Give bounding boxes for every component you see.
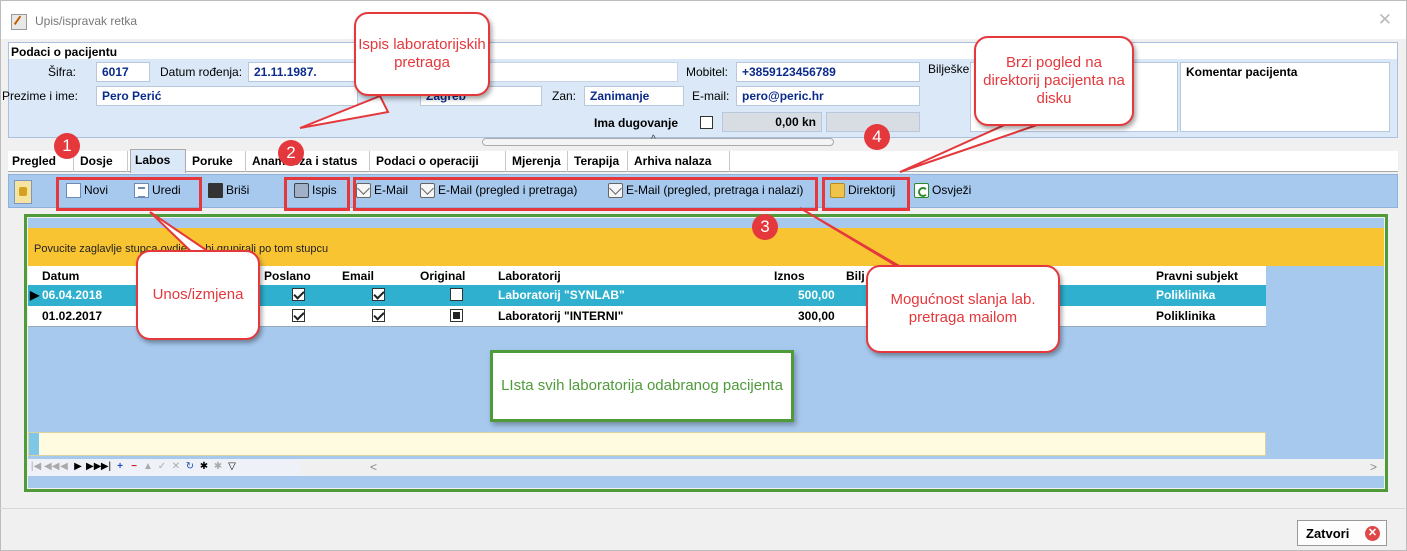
cell-pravni: Poliklinika [1156, 288, 1216, 302]
badge-3: 3 [752, 214, 778, 240]
filter-row[interactable] [28, 432, 1266, 456]
close-icon: ✕ [1365, 526, 1380, 541]
nav-goto-bookmark-icon[interactable]: ✱ [212, 460, 224, 474]
cell-email-checkbox[interactable] [372, 288, 385, 301]
nav-cancel-icon[interactable]: ✕ [170, 460, 182, 474]
highlight-ispis [284, 177, 350, 211]
highlight-novi-uredi [56, 177, 202, 211]
zatvori-label: Zatvori [1306, 526, 1350, 541]
cell-email-checkbox[interactable] [372, 309, 385, 322]
cell-original-checkbox[interactable] [450, 288, 463, 301]
brisi-label: Briši [226, 183, 250, 197]
cell-poslano-checkbox[interactable] [292, 288, 305, 301]
nav-prev-icon[interactable]: ◀ [58, 460, 70, 474]
callout-mail: Mogućnost slanja lab. pretraga mailom [866, 265, 1060, 353]
window-close-icon[interactable]: ✕ [1378, 10, 1392, 30]
nav-post-icon[interactable]: ✓ [156, 460, 168, 474]
biljeske-label: Bilješke: [928, 62, 973, 76]
cell-iznos: 300,00 [798, 309, 835, 323]
cell-pravni: Poliklinika [1156, 309, 1216, 323]
badge-4: 4 [864, 124, 890, 150]
nav-edit-icon[interactable]: ▲ [142, 460, 154, 474]
scroll-left-icon[interactable]: < [370, 460, 377, 474]
email-field[interactable]: pero@peric.hr [736, 86, 920, 106]
cell-datum: 01.02.2017 [42, 309, 103, 323]
cell-original-checkbox[interactable] [450, 309, 463, 322]
zatvori-button[interactable]: Zatvori ✕ [1297, 520, 1387, 546]
osvjezi-label: Osvježi [932, 183, 972, 197]
nav-prev-page-icon[interactable]: ◀◀ [44, 460, 59, 474]
callout-unos: Unos/izmjena [136, 250, 260, 340]
nav-next-page-icon[interactable]: ▶▶ [86, 460, 101, 474]
refresh-icon [914, 183, 929, 198]
ime-label: Prezime i ime: [2, 89, 79, 103]
komentar-textarea[interactable]: Komentar pacijenta [1180, 62, 1390, 132]
ime-field[interactable]: Pero Perić [96, 86, 358, 106]
callout-ispis: Ispis laboratorijskih pretraga [354, 12, 490, 96]
callout-lista: LIsta svih laboratorija odabranog pacije… [490, 350, 794, 422]
col-laboratorij[interactable]: Laboratorij [498, 269, 561, 283]
dugovanje-amount: 0,00 kn [722, 112, 822, 132]
dob-field[interactable]: 21.11.1987. [248, 62, 356, 82]
tab-strip: Pregled Dosje Labos Poruke Anamneza i st… [8, 149, 1398, 173]
badge-2: 2 [278, 140, 304, 166]
cell-datum: 06.04.2018 [42, 288, 103, 302]
sifra-label: Šifra: [48, 65, 77, 79]
col-email[interactable]: Email [342, 269, 374, 283]
col-poslano[interactable]: Poslano [264, 269, 311, 283]
tab-mjerenja[interactable]: Mjerenja [508, 151, 568, 172]
zan-label: Zan: [552, 89, 577, 103]
tab-labos[interactable]: Labos [130, 149, 186, 173]
nav-first-icon[interactable]: |◀ [30, 460, 42, 474]
dob-label: Datum rođenja: [160, 65, 243, 79]
tab-poruke[interactable]: Poruke [188, 151, 246, 172]
cell-iznos: 500,00 [798, 288, 835, 302]
mobitel-field[interactable]: +3859123456789 [736, 62, 920, 82]
col-biljeske[interactable]: Bilj [846, 269, 865, 283]
highlight-email [353, 177, 818, 211]
nav-next-icon[interactable]: ▶ [72, 460, 84, 474]
horizontal-scrollbar[interactable]: < > [300, 459, 1384, 476]
title-bar: Upis/ispravak retka ✕ [1, 1, 1406, 39]
scroll-right-icon[interactable]: > [1370, 460, 1377, 474]
dugovanje-label: Ima dugovanje [594, 116, 679, 130]
brisi-button[interactable]: Briši [204, 180, 253, 202]
tab-terapija[interactable]: Terapija [570, 151, 628, 172]
patient-section-title: Podaci o pacijentu [11, 45, 118, 59]
cell-laboratorij: Laboratorij "SYNLAB" [498, 288, 625, 302]
zan-field[interactable]: Zanimanje [584, 86, 684, 106]
badge-1: 1 [54, 133, 80, 159]
tab-anamneza[interactable]: Anamneza i status [248, 151, 370, 172]
panel-splitter[interactable]: ^ [482, 134, 834, 146]
footer-divider [0, 508, 1405, 509]
sifra-field[interactable]: 6017 [96, 62, 150, 82]
nav-delete-icon[interactable]: − [128, 460, 140, 474]
row-indicator-icon: ▶ [30, 288, 40, 302]
col-datum[interactable]: Datum [42, 269, 79, 283]
nav-add-icon[interactable]: + [114, 460, 126, 474]
nav-refresh-icon[interactable]: ↻ [184, 460, 196, 474]
callout-direktorij: Brzi pogled na direktorij pacijenta na d… [974, 36, 1134, 126]
osvjezi-button[interactable]: Osvježi [910, 180, 975, 202]
email-label: E-mail: [692, 89, 730, 103]
nav-filter-icon[interactable]: ▽ [226, 460, 238, 474]
tab-arhiva[interactable]: Arhiva nalaza [630, 151, 730, 172]
tab-dosje[interactable]: Dosje [76, 151, 128, 172]
highlight-direktorij [822, 177, 910, 211]
trash-icon [208, 183, 223, 198]
app-icon [11, 14, 27, 30]
col-pravni-subjekt[interactable]: Pravni subjekt [1156, 269, 1238, 283]
cell-poslano-checkbox[interactable] [292, 309, 305, 322]
dugovanje-checkbox[interactable] [700, 116, 713, 129]
col-iznos[interactable]: Iznos [774, 269, 805, 283]
cell-laboratorij: Laboratorij "INTERNI" [498, 309, 624, 323]
lock-icon[interactable] [14, 180, 32, 204]
nav-last-icon[interactable]: ▶| [100, 460, 112, 474]
window-title: Upis/ispravak retka [35, 14, 138, 28]
tab-operacija[interactable]: Podaci o operaciji [372, 151, 506, 172]
col-original[interactable]: Original [420, 269, 465, 283]
mobitel-label: Mobitel: [686, 65, 729, 79]
patient-panel-header: Podaci o pacijentu [9, 43, 1397, 59]
nav-bookmark-icon[interactable]: ✱ [198, 460, 210, 474]
